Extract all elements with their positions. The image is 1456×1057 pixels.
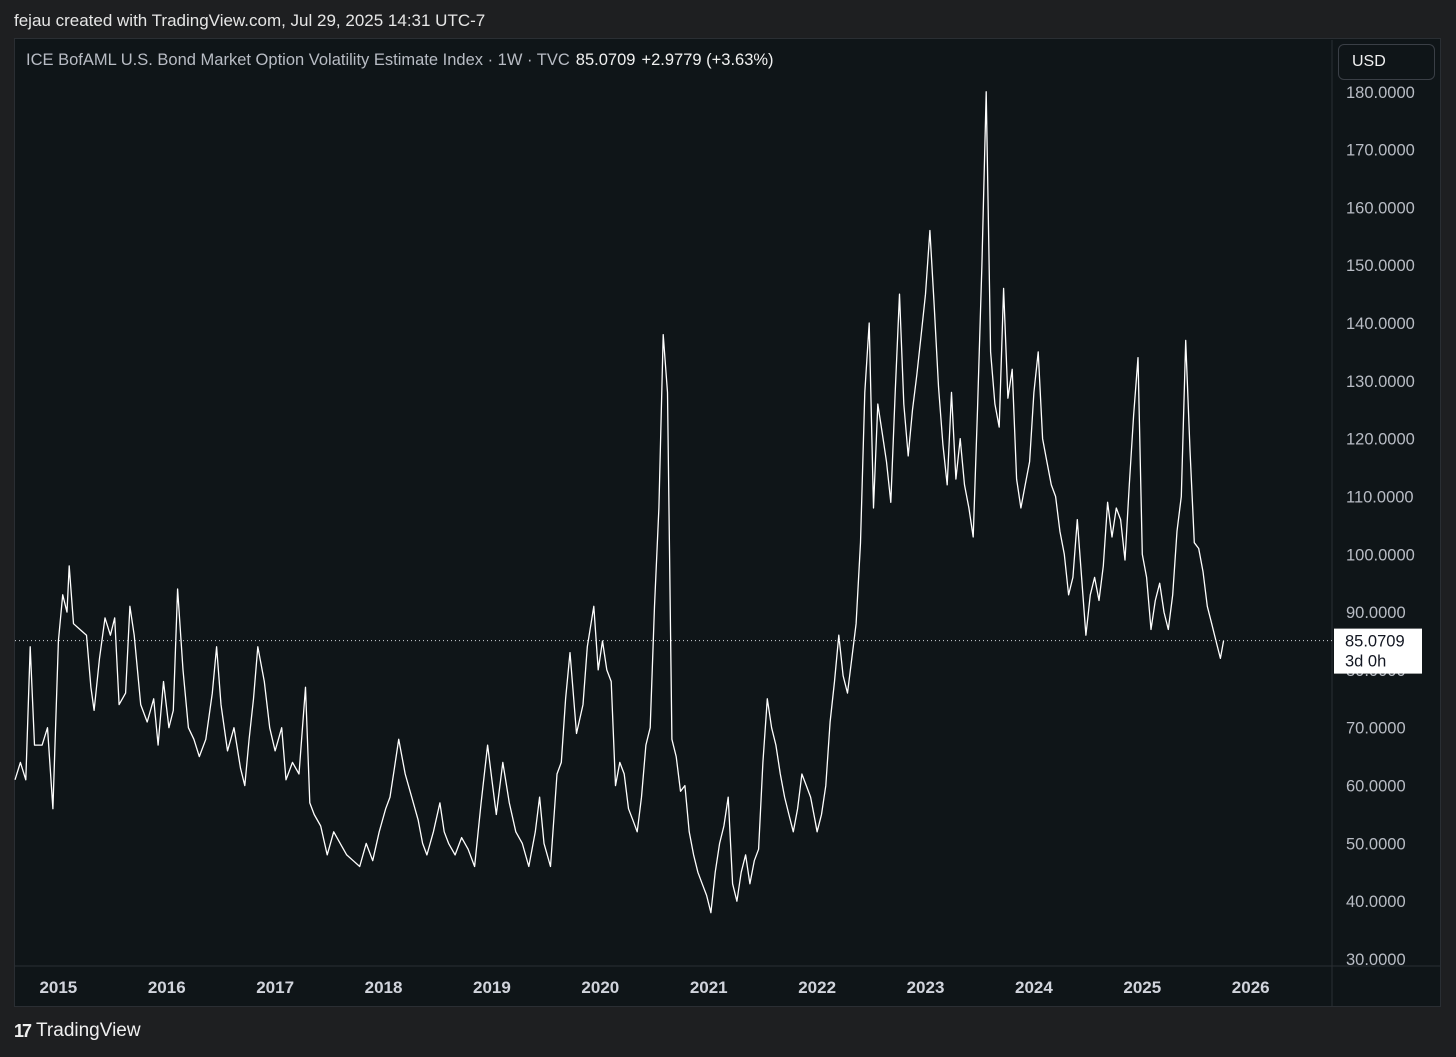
y-tick-label: 170.0000: [1346, 142, 1415, 160]
x-tick-label: 2024: [1015, 978, 1053, 997]
y-tick-label: 120.0000: [1346, 431, 1415, 449]
y-tick-label: 30.0000: [1346, 951, 1406, 969]
x-tick-label: 2017: [256, 978, 294, 997]
x-tick-label: 2018: [365, 978, 403, 997]
price-label-countdown: 3d 0h: [1345, 653, 1386, 671]
x-tick-label: 2020: [581, 978, 619, 997]
chart-legend: ICE BofAML U.S. Bond Market Option Volat…: [26, 51, 774, 70]
x-tick-label: 2019: [473, 978, 511, 997]
x-tick-label: 2021: [690, 978, 728, 997]
y-tick-label: 160.0000: [1346, 199, 1415, 217]
x-tick-label: 2025: [1123, 978, 1161, 997]
y-tick-label: 100.0000: [1346, 546, 1415, 564]
y-tick-label: 60.0000: [1346, 778, 1406, 796]
x-tick-label: 2026: [1232, 978, 1270, 997]
symbol-title[interactable]: ICE BofAML U.S. Bond Market Option Volat…: [26, 51, 570, 69]
tradingview-brand[interactable]: 17 TradingView: [14, 1020, 141, 1042]
x-tick-label: 2015: [39, 978, 77, 997]
y-tick-label: 50.0000: [1346, 835, 1406, 853]
y-tick-label: 150.0000: [1346, 257, 1415, 275]
y-tick-label: 110.0000: [1346, 488, 1414, 506]
price-label-value: 85.0709: [1345, 633, 1405, 651]
x-tick-label: 2016: [148, 978, 186, 997]
y-tick-label: 90.0000: [1346, 604, 1406, 622]
last-value: 85.0709: [575, 51, 636, 69]
y-tick-label: 180.0000: [1346, 84, 1415, 102]
currency-button[interactable]: USD: [1338, 44, 1435, 80]
y-tick-label: 130.0000: [1346, 373, 1415, 391]
y-tick-label: 70.0000: [1346, 720, 1406, 738]
y-tick-label: 140.0000: [1346, 315, 1415, 333]
y-tick-label: 40.0000: [1346, 893, 1406, 911]
line-chart[interactable]: 30.000040.000050.000060.000070.000080.00…: [0, 0, 1456, 1057]
brand-name: TradingView: [36, 1020, 141, 1041]
x-tick-label: 2023: [907, 978, 945, 997]
series-line: [14, 91, 1225, 914]
tradingview-logo-icon: 17: [14, 1020, 32, 1041]
price-change: +2.9779 (+3.63%): [641, 51, 774, 69]
x-tick-label: 2022: [798, 978, 836, 997]
